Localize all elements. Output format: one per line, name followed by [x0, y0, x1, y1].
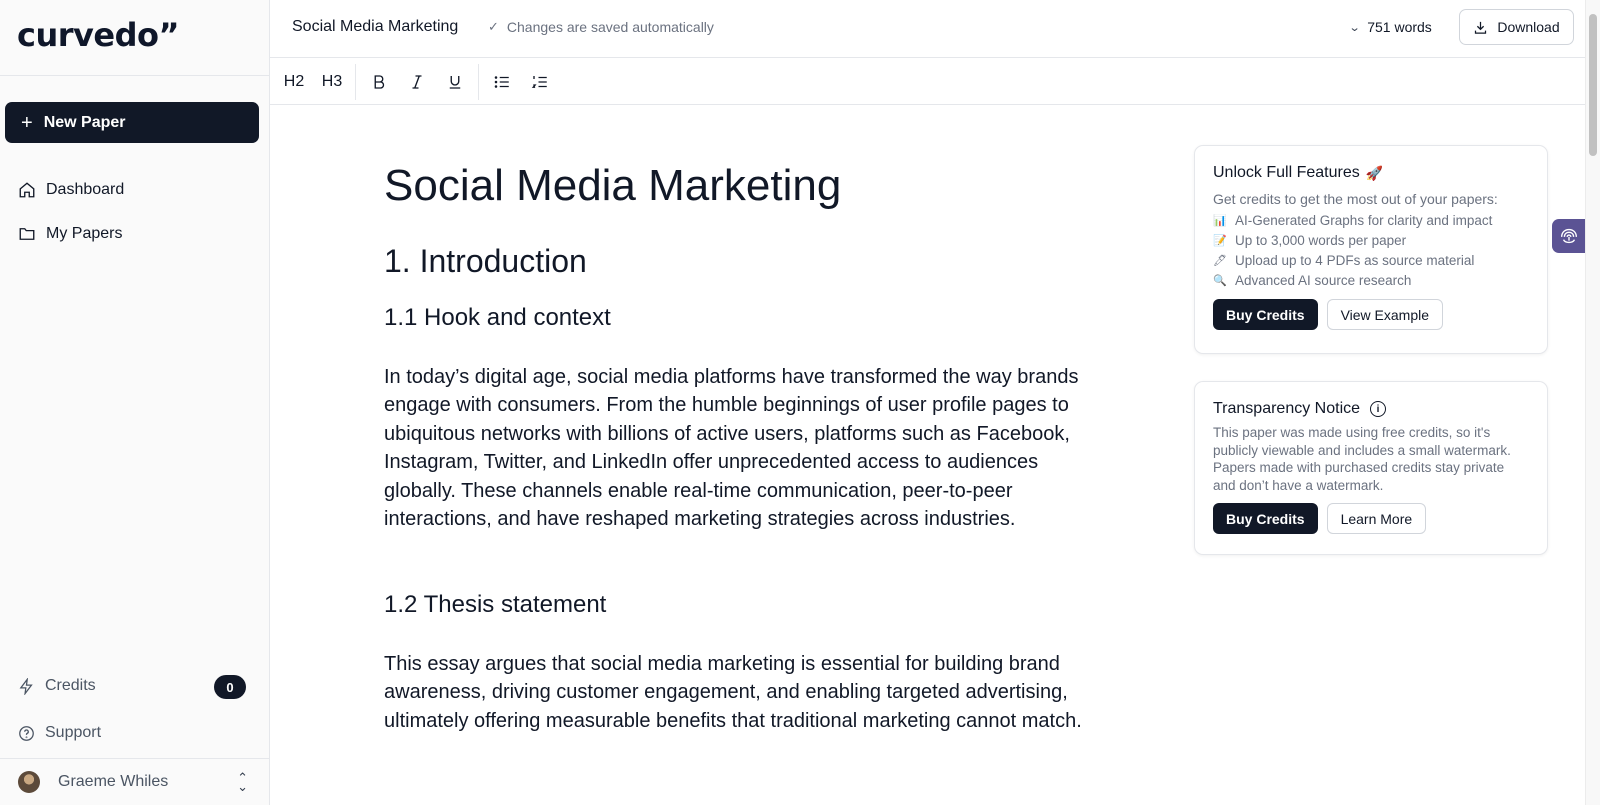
- learn-more-button[interactable]: Learn More: [1326, 503, 1427, 534]
- chevron-down-icon: ⌄: [1348, 21, 1361, 34]
- subsection-heading[interactable]: 1.2 Thesis statement: [384, 591, 1084, 619]
- credits-count-badge: 0: [214, 675, 246, 699]
- floating-assistant-tab[interactable]: [1552, 219, 1585, 253]
- chevron-up-down-icon: ⌃ ⌄: [237, 769, 248, 794]
- feature-item: 📊 AI-Generated Graphs for clarity and imp…: [1213, 210, 1529, 230]
- buy-credits-button[interactable]: Buy Credits: [1213, 299, 1318, 330]
- word-count: 751 words: [1367, 19, 1432, 35]
- card-subtitle: Get credits to get the most out of your …: [1213, 191, 1498, 207]
- brain-icon: [1560, 228, 1577, 244]
- underline-button[interactable]: [438, 67, 472, 97]
- numbered-list-button[interactable]: [523, 67, 557, 97]
- download-icon: [1475, 21, 1487, 34]
- paragraph[interactable]: In today’s digital age, social media pla…: [384, 363, 1084, 534]
- bullet-list-button[interactable]: [485, 67, 519, 97]
- paragraph[interactable]: This essay argues that social media mark…: [384, 650, 1084, 736]
- new-paper-button[interactable]: + New Paper: [5, 102, 259, 143]
- bold-button[interactable]: [362, 67, 396, 97]
- italic-button[interactable]: [400, 67, 434, 97]
- rocket-icon: 🚀: [1365, 164, 1384, 181]
- avatar: [18, 771, 40, 793]
- help-circle-icon: [19, 725, 34, 741]
- sidebar-item-support[interactable]: Support: [18, 724, 101, 742]
- formatting-toolbar: H2 H3: [270, 59, 1585, 105]
- word-count-dropdown[interactable]: ⌄ 751 words: [1348, 19, 1432, 35]
- view-example-button[interactable]: View Example: [1326, 299, 1444, 330]
- magnifier-icon: 🔍: [1213, 274, 1227, 287]
- divider: [0, 75, 269, 76]
- sidebar-item-credits[interactable]: Credits: [18, 677, 96, 695]
- sidebar-item-dashboard[interactable]: Dashboard: [18, 181, 124, 199]
- check-icon: ✓: [488, 19, 499, 34]
- transparency-notice-card: Transparency Notice i This paper was mad…: [1194, 381, 1548, 555]
- user-menu[interactable]: Graeme Whiles ⌃ ⌄: [18, 771, 248, 793]
- divider: [0, 758, 269, 759]
- user-name: Graeme Whiles: [58, 773, 169, 790]
- heading-3-button[interactable]: H3: [315, 67, 349, 97]
- feature-item: 🔍 Advanced AI source research: [1213, 270, 1529, 290]
- notice-text: This paper was made using free credits, …: [1213, 425, 1511, 493]
- card-actions: Buy Credits Learn More: [1213, 503, 1529, 534]
- sidebar: curvedo” + New Paper Dashboard My Papers…: [0, 0, 270, 805]
- sidebar-item-my-papers[interactable]: My Papers: [18, 225, 122, 243]
- feature-item: 📝 Up to 3,000 words per paper: [1213, 230, 1529, 250]
- unlock-features-card: Unlock Full Features 🚀 Get credits to ge…: [1194, 145, 1548, 354]
- card-title: Unlock Full Features 🚀: [1213, 164, 1529, 182]
- document-heading[interactable]: Social Media Marketing: [384, 160, 1084, 213]
- toolbar-divider: [355, 63, 356, 100]
- document-editor[interactable]: Social Media Marketing 1. Introduction 1…: [384, 160, 1084, 735]
- new-paper-label: New Paper: [43, 113, 126, 131]
- support-label: Support: [45, 724, 102, 741]
- info-icon[interactable]: i: [1370, 401, 1387, 417]
- feature-text: AI-Generated Graphs for clarity and impa…: [1235, 212, 1493, 228]
- feature-text: Upload up to 4 PDFs as source material: [1235, 252, 1475, 268]
- document-title[interactable]: Social Media Marketing: [292, 18, 458, 36]
- download-label: Download: [1497, 19, 1560, 35]
- italic-icon: [412, 74, 422, 89]
- numbered-list-icon: [531, 75, 547, 88]
- feature-list: 📊 AI-Generated Graphs for clarity and imp…: [1213, 210, 1529, 290]
- subsection-heading[interactable]: 1.1 Hook and context: [384, 304, 1084, 332]
- scrollbar-thumb[interactable]: [1589, 14, 1597, 156]
- pen-icon: 🖊: [1213, 254, 1227, 267]
- feature-text: Up to 3,000 words per paper: [1235, 232, 1407, 248]
- section-heading[interactable]: 1. Introduction: [384, 243, 1084, 280]
- download-button[interactable]: Download: [1459, 9, 1574, 45]
- save-status-text: Changes are saved automatically: [506, 19, 714, 35]
- app-logo[interactable]: curvedo”: [17, 16, 180, 54]
- home-icon: [19, 182, 35, 198]
- bullet-list-icon: [494, 75, 509, 88]
- unlock-title: Unlock Full Features: [1213, 164, 1360, 181]
- card-actions: Buy Credits View Example: [1213, 299, 1529, 330]
- sidebar-item-label: Dashboard: [46, 181, 125, 198]
- credits-label: Credits: [45, 677, 96, 694]
- heading-2-button[interactable]: H2: [277, 67, 311, 97]
- underline-icon: [449, 75, 461, 89]
- bold-icon: [374, 74, 385, 89]
- card-title: Transparency Notice i: [1213, 400, 1529, 418]
- plus-icon: +: [21, 111, 33, 134]
- folder-icon: [19, 228, 35, 240]
- memo-icon: 📝: [1213, 234, 1227, 247]
- top-bar: Social Media Marketing ✓ Changes are sav…: [270, 0, 1585, 58]
- save-status: ✓ Changes are saved automatically: [488, 19, 714, 35]
- notice-title: Transparency Notice: [1213, 400, 1361, 417]
- feature-text: Advanced AI source research: [1235, 272, 1412, 288]
- chart-icon: 📊: [1213, 214, 1227, 227]
- feature-item: 🖊 Upload up to 4 PDFs as source material: [1213, 250, 1529, 270]
- lightning-icon: [19, 677, 33, 695]
- toolbar-divider: [478, 63, 479, 100]
- buy-credits-button[interactable]: Buy Credits: [1213, 503, 1318, 534]
- sidebar-item-label: My Papers: [46, 225, 123, 242]
